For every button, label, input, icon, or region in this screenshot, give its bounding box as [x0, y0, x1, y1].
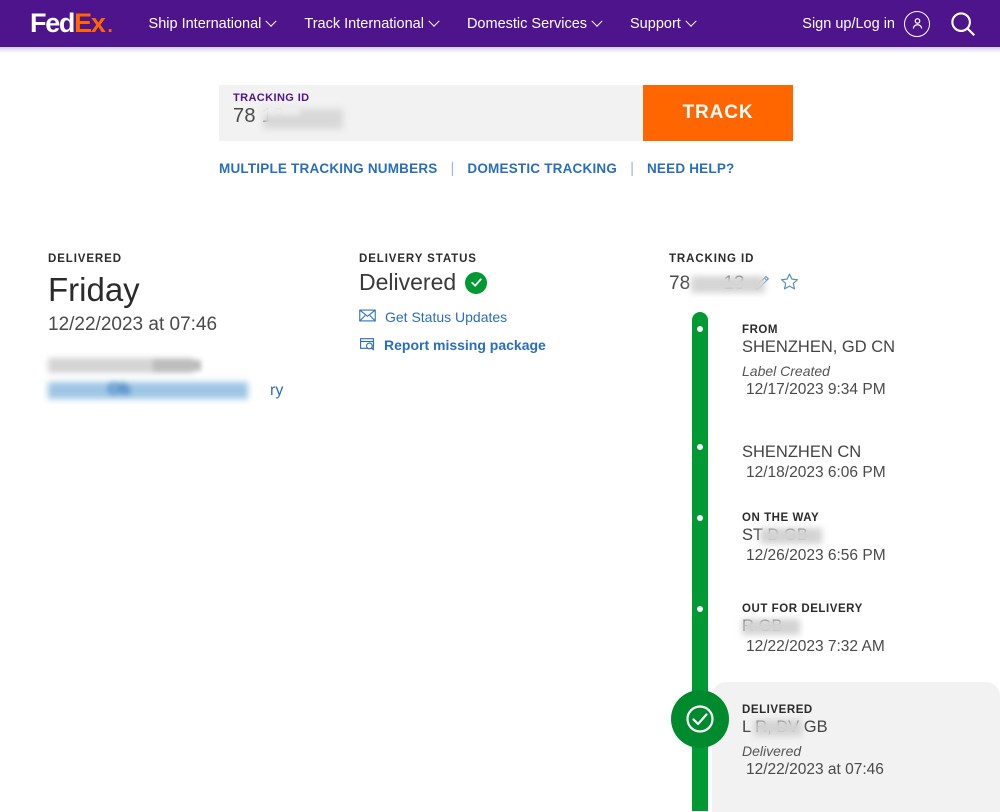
redacted-overlay — [691, 276, 765, 293]
tracking-id-value-wrap: 78 13 — [233, 105, 643, 131]
redacted-link-text: Ob — [108, 380, 131, 398]
timeline-event: SHENZHEN CN 12/18/2023 6:06 PM — [742, 441, 1000, 482]
redacted-overlay — [754, 720, 802, 736]
timeline-event: OUT FOR DELIVERY R GB 12/22/2023 7:32 AM — [742, 603, 1000, 656]
redacted-link-tail: ry — [270, 381, 284, 399]
timeline-event-time: 12/17/2023 9:34 PM — [746, 381, 886, 398]
link-need-help[interactable]: NEED HELP? — [647, 161, 735, 176]
delivery-summary-column: DELIVERED Friday 12/22/2023 at 07:46 Ob … — [48, 253, 338, 404]
redacted-overlay — [742, 619, 800, 635]
fedex-logo[interactable]: Fed Ex. — [30, 8, 113, 38]
green-check-icon — [465, 271, 488, 294]
redacted-overlay — [48, 381, 248, 399]
delivery-status-value: Delivered — [359, 269, 457, 295]
link-domestic-tracking[interactable]: DOMESTIC TRACKING — [467, 161, 617, 176]
get-status-updates-link[interactable]: Get Status Updates — [359, 309, 649, 325]
timeline-event-kind: FROM — [742, 324, 779, 336]
nav-label: Domestic Services — [466, 15, 588, 32]
logo-ex-text: Ex — [74, 8, 106, 38]
link-multiple-tracking-numbers[interactable]: MULTIPLE TRACKING NUMBERS — [219, 161, 438, 176]
tracking-sublinks: MULTIPLE TRACKING NUMBERS | DOMESTIC TRA… — [219, 160, 734, 177]
delivery-day: Friday — [48, 271, 140, 308]
timeline-event-kind: OUT FOR DELIVERY — [742, 603, 863, 615]
timeline-event-sub: Delivered — [742, 743, 802, 759]
site-header: Fed Ex. Ship International Track Internat… — [0, 0, 1000, 47]
nav-label: Support — [630, 15, 681, 32]
user-account-icon — [904, 10, 930, 37]
search-icon[interactable] — [948, 9, 978, 39]
get-status-updates-label: Get Status Updates — [385, 309, 508, 325]
timeline-event-time: 12/26/2023 6:56 PM — [746, 547, 886, 564]
signup-login-button[interactable]: Sign up/Log in — [802, 10, 930, 37]
timeline-event-sub: Label Created — [742, 363, 830, 379]
timeline-event: FROM SHENZHEN, GD CN Label Created 12/17… — [742, 324, 1000, 399]
logo-fed-text: Fed — [30, 8, 75, 38]
nav-item-domestic-services[interactable]: Domestic Services — [466, 15, 603, 32]
timeline-dot — [697, 444, 703, 450]
tracking-id-input[interactable]: TRACKING ID 78 13 — [219, 85, 643, 141]
chevron-down-icon — [591, 15, 603, 27]
tracking-id-prefix: 78 — [669, 273, 691, 294]
redacted-overlay — [153, 359, 201, 371]
redacted-overlay — [260, 105, 300, 115]
redacted-address-block: Ob ry — [48, 357, 338, 404]
chevron-down-icon — [428, 15, 440, 27]
timeline-event-time: 12/22/2023 7:32 AM — [746, 638, 885, 655]
timeline-event-kind: ON THE WAY — [742, 512, 820, 524]
timeline-event-place: SHENZHEN, GD CN — [742, 338, 896, 356]
timeline-event-place: SHENZHEN CN — [742, 443, 862, 461]
timeline-event-time: 12/22/2023 at 07:46 — [746, 761, 884, 778]
package-search-icon — [359, 336, 375, 354]
link-separator: | — [630, 160, 634, 177]
nav-label: Ship International — [148, 15, 262, 32]
timeline-event-place: R GB — [742, 617, 1000, 636]
logo-dot: . — [107, 16, 113, 37]
signup-login-label: Sign up/Log in — [802, 15, 895, 32]
tracking-id-row: 78 13 — [669, 271, 989, 297]
star-favorite-icon[interactable] — [780, 272, 799, 296]
envelope-icon — [359, 309, 376, 325]
tracking-id-column: TRACKING ID 78 13 — [669, 253, 989, 297]
report-missing-package-link[interactable]: Report missing package — [359, 336, 649, 354]
link-separator: | — [450, 160, 455, 177]
tracking-timeline: FROM SHENZHEN, GD CN Label Created 12/17… — [669, 312, 1000, 812]
delivery-status-row: Delivered — [359, 269, 649, 296]
nav-item-support[interactable]: Support — [630, 15, 697, 32]
nav-item-ship-international[interactable]: Ship International — [148, 15, 278, 32]
delivery-status-column: DELIVERY STATUS Delivered Get Status Upd… — [359, 253, 649, 354]
timeline-event-time: 12/18/2023 6:06 PM — [746, 464, 886, 481]
timeline-event-delivered: DELIVERED L R, DV GB Delivered 12/22/202… — [742, 704, 992, 779]
header-shadow — [0, 47, 1000, 53]
redacted-overlay — [760, 528, 822, 544]
timeline-event-kind: DELIVERED — [742, 704, 813, 716]
nav-item-track-international[interactable]: Track International — [304, 15, 440, 32]
timeline-dot — [697, 515, 703, 521]
timeline-event: ON THE WAY ST D GB 12/26/2023 6:56 PM — [742, 512, 1000, 565]
report-missing-package-label: Report missing package — [384, 337, 546, 353]
track-button[interactable]: TRACK — [643, 85, 793, 141]
timeline-event-place: ST D GB — [742, 526, 1000, 545]
tracking-id-heading: TRACKING ID — [669, 253, 755, 265]
tracking-id-label: TRACKING ID — [233, 92, 310, 104]
tracking-id-display: 78 13 — [669, 273, 765, 295]
timeline-event-place: L R, DV GB — [742, 718, 992, 737]
delivery-datetime: 12/22/2023 at 07:46 — [48, 313, 218, 335]
nav-label: Track International — [304, 15, 424, 32]
timeline-dot — [697, 326, 703, 332]
tracking-search-bar: TRACKING ID 78 13 TRACK — [219, 85, 793, 141]
chevron-down-icon — [685, 15, 697, 27]
delivered-heading: DELIVERED — [48, 253, 122, 265]
header-right-group: Sign up/Log in — [802, 9, 978, 39]
delivery-status-heading: DELIVERY STATUS — [359, 253, 477, 265]
green-check-circle-icon — [671, 690, 729, 748]
timeline-dot — [697, 606, 703, 612]
main-navigation: Ship International Track International D… — [148, 15, 697, 32]
chevron-down-icon — [265, 15, 278, 27]
